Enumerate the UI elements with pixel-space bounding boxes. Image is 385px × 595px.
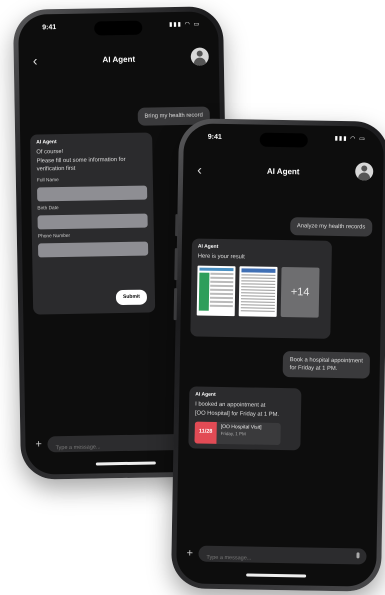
agent-appointment-message: AI Agent I booked an appointment at [OO … xyxy=(188,386,302,451)
agent-form-message: AI Agent Of course! Please fill out some… xyxy=(30,132,156,315)
message-input-box xyxy=(198,545,367,569)
microphone-icon[interactable] xyxy=(356,552,360,559)
appointment-time: Friday, 1 PM xyxy=(220,431,246,437)
volume-down-button xyxy=(173,288,178,321)
front-phone-screen: 9:41 ▮▮▮ ◠ ▭ ‹ AI Agent Analyze my healt… xyxy=(176,123,384,587)
user-message-text: Bring my health record xyxy=(144,112,203,120)
appointment-date-badge: 11/28 xyxy=(194,421,217,444)
user-avatar-icon[interactable] xyxy=(190,47,209,66)
full-name-label: Full Name xyxy=(36,178,59,184)
full-name-field[interactable] xyxy=(37,185,148,202)
appointment-card[interactable]: 11/28 [OO Hospital Visit] Friday, 1 PM xyxy=(194,421,281,446)
signal-wifi-battery-icon: ▮▮▮ ◠ ▭ xyxy=(334,135,366,143)
submit-button[interactable]: Submit xyxy=(115,289,148,306)
status-time: 9:41 xyxy=(42,24,57,32)
status-time: 9:41 xyxy=(207,133,222,141)
agent-name: AI Agent xyxy=(36,139,57,146)
dynamic-island xyxy=(94,20,143,36)
agent-result-message: AI Agent Here is your result +14 xyxy=(190,238,332,339)
phone-number-label: Phone Number xyxy=(37,234,71,240)
health-record-thumbnail[interactable] xyxy=(196,265,236,316)
more-results-button[interactable]: +14 xyxy=(280,266,320,318)
user-message-text: for Friday at 1 PM. xyxy=(289,365,338,373)
agent-name: AI Agent xyxy=(197,243,219,250)
chat-title: AI Agent xyxy=(266,166,300,177)
user-avatar-icon[interactable] xyxy=(355,162,374,181)
result-thumbnails: +14 xyxy=(196,265,326,318)
birth-date-label: Birth Date xyxy=(37,206,59,212)
birth-date-field[interactable] xyxy=(37,213,148,230)
message-composer: + xyxy=(186,545,367,569)
volume-up-button xyxy=(174,248,178,281)
front-phone: 9:41 ▮▮▮ ◠ ▭ ‹ AI Agent Analyze my healt… xyxy=(170,118,385,592)
agent-text-line: [OO Hospital] for Friday at 1 PM. xyxy=(194,410,280,418)
user-message: Analyze my health records xyxy=(289,217,373,237)
chat-title: AI Agent xyxy=(102,54,136,65)
appointment-info: [OO Hospital Visit] Friday, 1 PM xyxy=(216,422,265,445)
dynamic-island xyxy=(259,132,308,148)
health-record-thumbnail[interactable] xyxy=(238,265,278,317)
message-input[interactable] xyxy=(198,549,349,569)
agent-text: Here is your result xyxy=(197,253,245,261)
home-indicator xyxy=(246,573,307,578)
agent-text-line: verification first xyxy=(36,165,76,173)
plus-icon[interactable]: + xyxy=(186,545,193,561)
home-indicator xyxy=(95,461,156,466)
user-message: Book a hospital appointment for Friday a… xyxy=(282,351,371,379)
phone-number-field[interactable] xyxy=(38,241,149,258)
user-message-text: Analyze my health records xyxy=(296,223,366,231)
plus-icon[interactable]: + xyxy=(35,436,42,452)
side-button xyxy=(175,214,179,237)
agent-name: AI Agent xyxy=(195,391,216,398)
signal-wifi-battery-icon: ▮▮▮ ◠ ▭ xyxy=(168,21,201,29)
